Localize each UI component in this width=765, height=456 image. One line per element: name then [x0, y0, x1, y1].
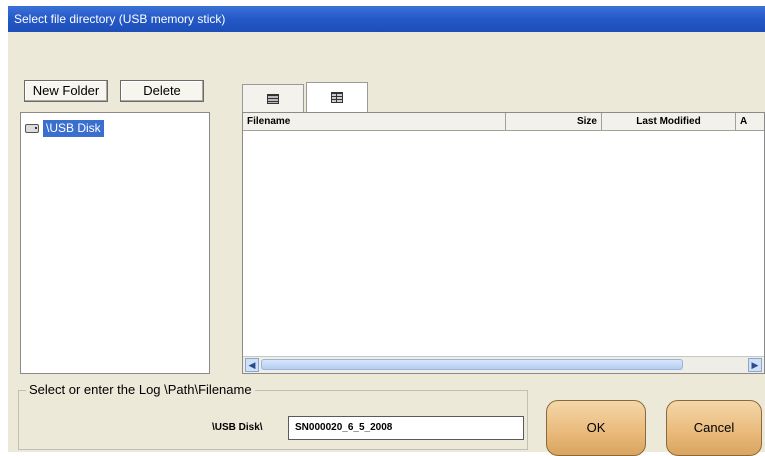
title-bar: Select file directory (USB memory stick) [8, 6, 765, 32]
scroll-right-icon[interactable]: ▶ [748, 358, 762, 372]
tab-details-view[interactable] [306, 82, 368, 112]
column-header-last-modified[interactable]: Last Modified [602, 113, 736, 130]
path-prefix-label: \USB Disk\ [212, 422, 263, 433]
column-header-size[interactable]: Size [506, 113, 602, 130]
tree-item-usb-disk[interactable]: \USB Disk [25, 119, 104, 137]
ok-button[interactable]: OK [546, 400, 646, 456]
column-header-attributes[interactable]: A [736, 113, 764, 130]
new-folder-button[interactable]: New Folder [24, 80, 108, 102]
scroll-thumb[interactable] [261, 359, 683, 370]
folder-tree[interactable]: \USB Disk [20, 112, 210, 374]
drive-icon [25, 123, 39, 133]
dialog-window: Select file directory (USB memory stick)… [8, 6, 765, 456]
list-view-icon [267, 93, 279, 104]
cancel-button[interactable]: Cancel [666, 400, 762, 456]
log-path-group-label: Select or enter the Log \Path\Filename [26, 382, 255, 397]
file-list-header: Filename Size Last Modified A [243, 113, 764, 131]
filename-input[interactable]: SN000020_6_5_2008 [288, 416, 524, 440]
column-header-filename[interactable]: Filename [243, 113, 506, 130]
scroll-left-icon[interactable]: ◀ [245, 358, 259, 372]
tree-item-label: \USB Disk [43, 119, 104, 137]
details-view-icon [331, 92, 343, 103]
file-list[interactable]: Filename Size Last Modified A ◀ ▶ [242, 112, 765, 374]
horizontal-scrollbar[interactable]: ◀ ▶ [243, 356, 764, 373]
view-tab-bar [242, 80, 765, 112]
delete-button[interactable]: Delete [120, 80, 204, 102]
tab-list-view[interactable] [242, 84, 304, 112]
